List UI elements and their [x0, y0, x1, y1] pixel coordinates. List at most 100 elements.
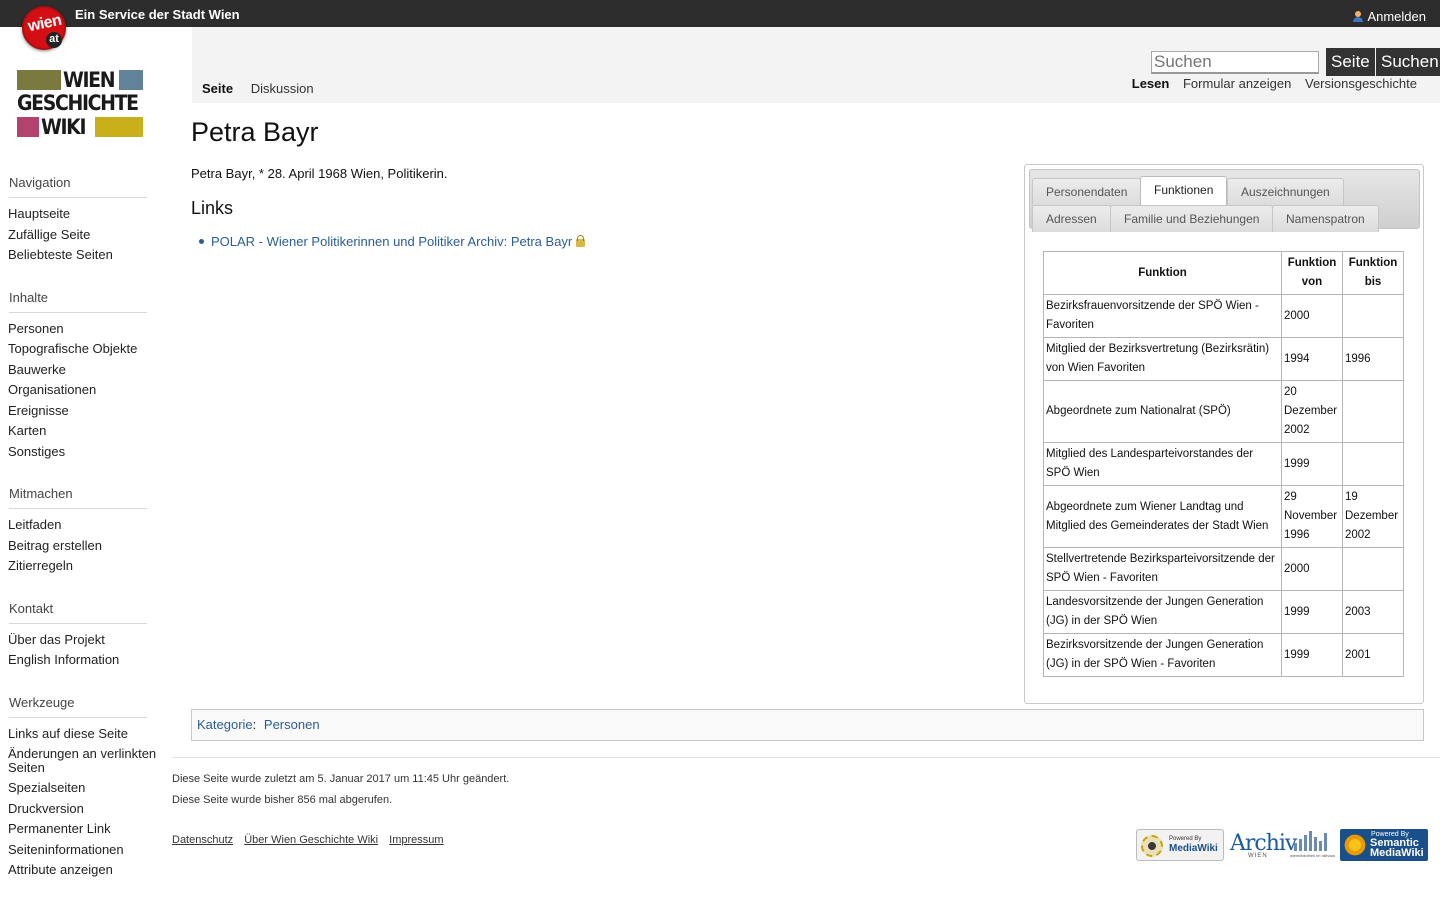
cell-funktion: Mitglied der Bezirksvertretung (Bezirksr… — [1043, 337, 1282, 381]
go-button[interactable]: Seite — [1326, 48, 1375, 76]
sidebar-item-karten[interactable]: Karten — [8, 421, 158, 442]
badge-text: WIEN — [1248, 853, 1268, 859]
tab-familie-und-beziehungen[interactable]: Familie und Beziehungen — [1110, 205, 1274, 232]
sidebar-item-beitrag-erstellen[interactable]: Beitrag erstellen — [8, 536, 158, 557]
table-row: Stellvertretende Bezirksparteivorsitzend… — [1043, 547, 1404, 591]
sidebar-item-attribute-anzeigen[interactable]: Attribute anzeigen — [8, 860, 158, 881]
sidebar-item-beliebteste-seiten[interactable]: Beliebteste Seiten — [8, 245, 158, 266]
wienbibliothek-bar-icon — [1319, 841, 1322, 851]
infobox: Personendaten Funktionen Auszeichnungen … — [1024, 164, 1424, 704]
sidebar-item-topografische-objekte[interactable]: Topografische Objekte — [8, 339, 158, 360]
sidebar-item-organisationen[interactable]: Organisationen — [8, 380, 158, 401]
cell-von: 1999 — [1281, 590, 1343, 634]
sidebar-item-personen[interactable]: Personen — [8, 319, 158, 340]
category-personen-link[interactable]: Personen — [264, 717, 320, 732]
at-logo-text: at — [46, 32, 62, 48]
wien-at-logo[interactable]: wien at — [22, 6, 66, 50]
tab-personendaten[interactable]: Personendaten — [1032, 178, 1142, 205]
tab-funktionen[interactable]: Funktionen — [1140, 176, 1228, 205]
footer-link-datenschutz[interactable]: Datenschutz — [172, 834, 233, 846]
table-row: Abgeordnete zum Nationalrat (SPÖ) 20 Dez… — [1043, 380, 1404, 443]
logo-line-3: WIKI — [41, 115, 87, 139]
sidebar-item-hauptseite[interactable]: Hauptseite — [8, 204, 158, 225]
search-input[interactable] — [1151, 51, 1319, 74]
cell-funktion: Mitglied des Landesparteivorstandes der … — [1043, 442, 1282, 486]
tab-seite[interactable]: Seite — [202, 81, 233, 96]
cell-von: 1994 — [1281, 337, 1343, 381]
sidebar-item-seiteninformationen[interactable]: Seiteninformationen — [8, 840, 158, 861]
wien-geschichte-wiki-logo[interactable]: WIEN GESCHICHTE WIKI — [17, 69, 143, 139]
cell-bis — [1342, 547, 1404, 591]
sidebar-item-ereignisse[interactable]: Ereignisse — [8, 401, 158, 422]
portal-heading: Kontakt — [9, 591, 147, 624]
tab-adressen[interactable]: Adressen — [1032, 205, 1111, 232]
category-colon: : — [252, 717, 257, 732]
cell-funktion: Abgeordnete zum Nationalrat (SPÖ) — [1043, 380, 1282, 443]
sidebar-item-spezialseiten[interactable]: Spezialseiten — [8, 778, 158, 799]
category-label-link[interactable]: Kategorie — [197, 717, 253, 732]
cell-von: 2000 — [1281, 294, 1343, 338]
polar-link[interactable]: POLAR - Wiener Politikerinnen und Politi… — [211, 234, 572, 249]
cell-von: 1999 — [1281, 633, 1343, 677]
logo-block-yellow — [95, 117, 143, 137]
table-row: Mitglied des Landesparteivorstandes der … — [1043, 442, 1404, 486]
sidebar-item-bauwerke[interactable]: Bauwerke — [8, 360, 158, 381]
wienbibliothek-bar-icon — [1294, 843, 1297, 851]
top-bar: Ein Service der Stadt Wien Anmelden — [0, 0, 1440, 27]
tab-namenspatron[interactable]: Namenspatron — [1272, 205, 1379, 232]
cell-bis — [1342, 380, 1404, 443]
portal-heading: Mitmachen — [9, 476, 147, 509]
tab-lesen[interactable]: Lesen — [1132, 76, 1170, 91]
sidebar-item-links-auf-diese-seite[interactable]: Links auf diese Seite — [8, 724, 158, 745]
service-text: Ein Service der Stadt Wien — [75, 7, 240, 22]
cell-von: 29 November 1996 — [1281, 485, 1343, 548]
login-link[interactable]: Anmelden — [1353, 9, 1426, 24]
sidebar-item-zufaellige-seite[interactable]: Zufällige Seite — [8, 225, 158, 246]
sidebar-item-sonstiges[interactable]: Sonstiges — [8, 442, 158, 463]
view-tabs: Lesen Formular anzeigen Versionsgeschich… — [1122, 76, 1417, 91]
cell-funktion: Bezirksvorsitzende der Jungen Generation… — [1043, 633, 1282, 677]
links-list: POLAR - Wiener Politikerinnen und Politi… — [199, 234, 586, 249]
table-row: Mitglied der Bezirksvertretung (Bezirksr… — [1043, 337, 1404, 381]
powered-by-semantic-mediawiki-badge[interactable]: Powered By Semantic MediaWiki — [1340, 829, 1428, 861]
tab-diskussion[interactable]: Diskussion — [251, 81, 314, 96]
portal-werkzeuge: Werkzeuge Links auf diese Seite Änderung… — [0, 685, 172, 895]
portal-kontakt: Kontakt Über das Projekt English Informa… — [0, 591, 172, 685]
sidebar-item-leitfaden[interactable]: Leitfaden — [8, 515, 158, 536]
search-button[interactable]: Suchen — [1376, 48, 1440, 76]
wienbibliothek-bar-icon — [1314, 837, 1317, 851]
sidebar-item-permanenter-link[interactable]: Permanenter Link — [8, 819, 158, 840]
archiv-wien-badge[interactable]: Archiv WIEN — [1230, 829, 1297, 861]
cell-von: 2000 — [1281, 547, 1343, 591]
footer-links: Datenschutz Über Wien Geschichte Wiki Im… — [172, 834, 452, 846]
logo-line-2: GESCHICHTE — [17, 91, 139, 115]
badge-text: MediaWiki — [1169, 843, 1218, 854]
badge-text: Semantic MediaWiki — [1370, 837, 1424, 859]
user-icon — [1353, 11, 1364, 22]
page-title: Petra Bayr — [191, 117, 319, 147]
sidebar-item-aenderungen-verlinkt[interactable]: Änderungen an verlinkten Seiten — [8, 744, 158, 778]
badge-text: Powered By — [1169, 836, 1202, 842]
footer-link-ueber[interactable]: Über Wien Geschichte Wiki — [244, 834, 378, 846]
powered-by-mediawiki-badge[interactable]: Powered By MediaWiki — [1136, 829, 1224, 861]
mediawiki-flower-icon — [1141, 835, 1163, 857]
login-label: Anmelden — [1367, 9, 1426, 24]
tab-formular-anzeigen[interactable]: Formular anzeigen — [1183, 76, 1291, 91]
footer-link-impressum[interactable]: Impressum — [389, 834, 443, 846]
tab-auszeichnungen[interactable]: Auszeichnungen — [1227, 178, 1344, 205]
cell-funktion: Bezirksfrauenvorsitzende der SPÖ Wien - … — [1043, 294, 1282, 338]
wienbibliothek-bar-icon — [1299, 839, 1302, 851]
portal-heading: Inhalte — [9, 280, 147, 313]
table-row: Landesvorsitzende der Jungen Generation … — [1043, 590, 1404, 634]
footer-separator — [172, 757, 1440, 758]
wienbibliothek-badge[interactable]: wienbibliothek im rathaus — [1290, 829, 1335, 861]
sidebar-item-ueber-das-projekt[interactable]: Über das Projekt — [8, 630, 158, 651]
sidebar-item-druckversion[interactable]: Druckversion — [8, 799, 158, 820]
logo-block-pink — [17, 117, 39, 137]
intro-text: Petra Bayr, * 28. April 1968 Wien, Polit… — [191, 166, 448, 181]
cell-funktion: Abgeordnete zum Wiener Landtag und Mitgl… — [1043, 485, 1282, 548]
sidebar-item-zitierregeln[interactable]: Zitierregeln — [8, 556, 158, 577]
cell-bis: 2001 — [1342, 633, 1404, 677]
tab-versionsgeschichte[interactable]: Versionsgeschichte — [1305, 76, 1417, 91]
sidebar-item-english-information[interactable]: English Information — [8, 650, 158, 671]
